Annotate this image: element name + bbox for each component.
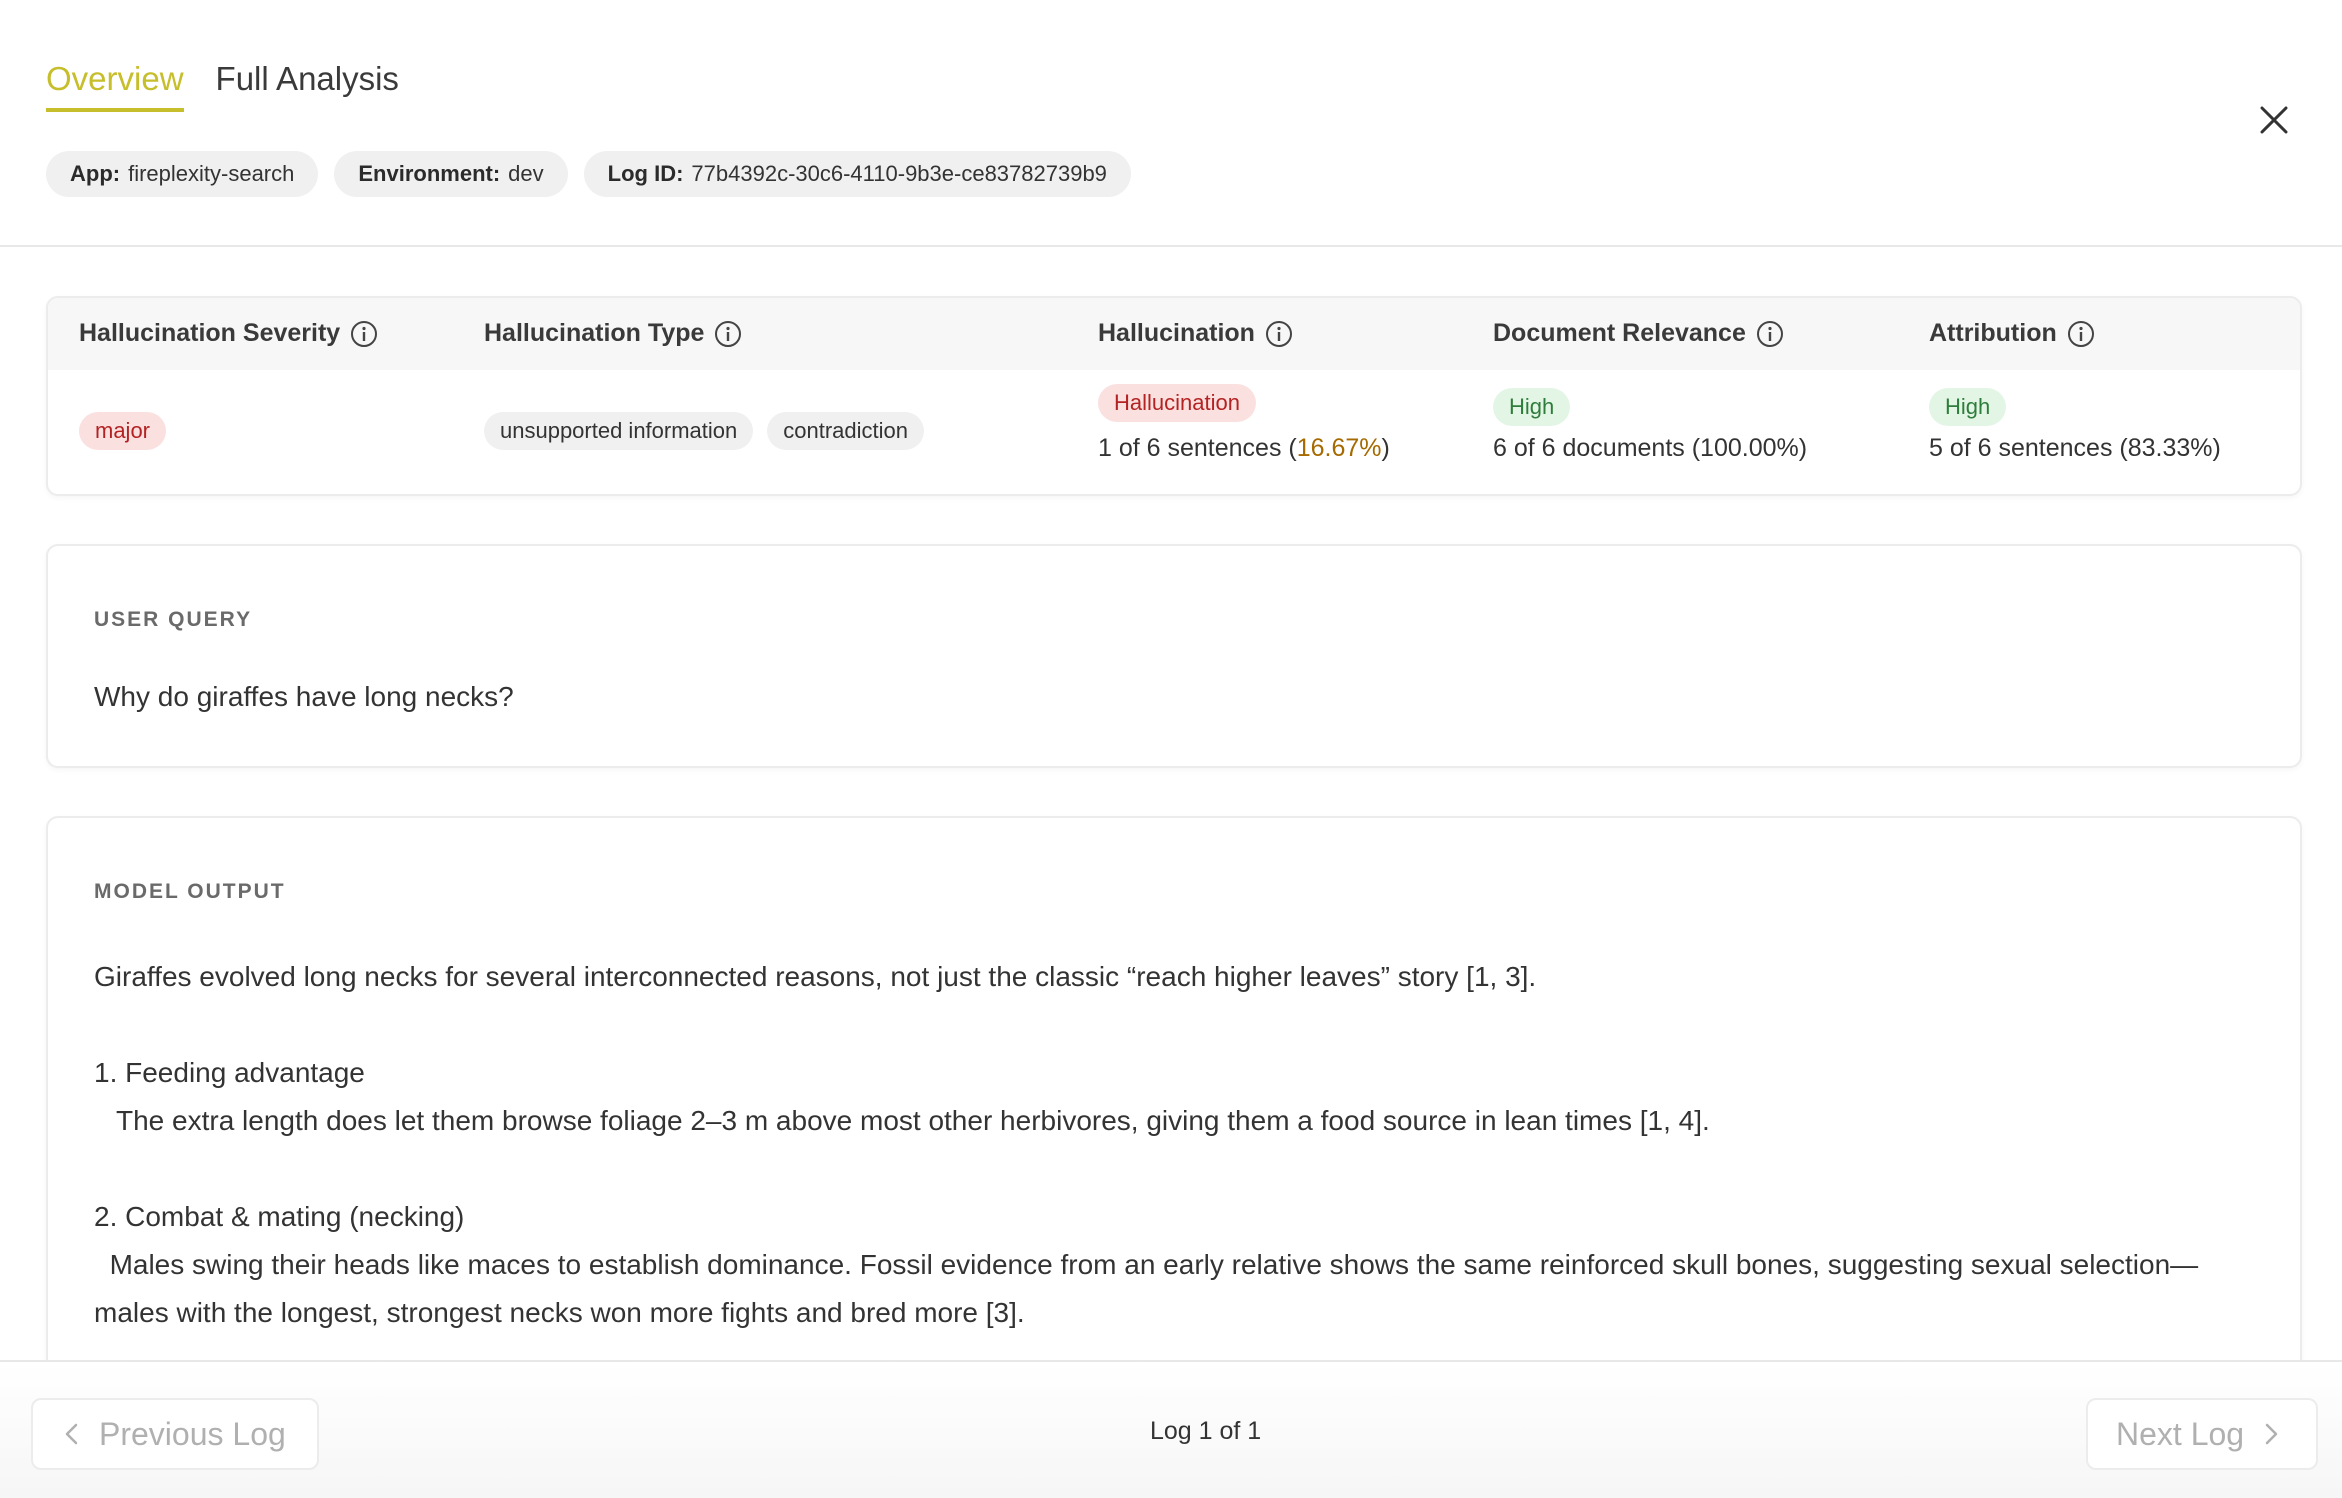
- log-meta-chips: App: fireplexity-search Environment: dev L…: [46, 151, 1131, 197]
- attribution-header-label: Attribution: [1929, 319, 2057, 347]
- type-header-label: Hallucination Type: [484, 319, 705, 347]
- hallucination-badge: Hallucination: [1098, 384, 1256, 422]
- user-query-card: USER QUERY Why do giraffes have long nec…: [46, 544, 2302, 768]
- info-icon[interactable]: [2067, 320, 2095, 348]
- relevance-stat: 6 of 6 documents (100.00%): [1493, 434, 1808, 462]
- type-badge: unsupported information: [484, 412, 754, 450]
- attribution-stat: 5 of 6 sentences (83.33%): [1929, 434, 2221, 462]
- metrics-header-row: Hallucination Severity Hallucination Typ…: [48, 298, 2300, 370]
- severity-cell: major: [79, 412, 167, 450]
- previous-log-label: Previous Log: [99, 1415, 286, 1452]
- attribution-header: Attribution: [1929, 319, 2095, 348]
- severity-header: Hallucination Severity: [79, 319, 378, 348]
- tab-bar: Overview Full Analysis: [46, 60, 399, 112]
- tab-overview[interactable]: Overview: [46, 60, 184, 112]
- app-chip-key: App:: [70, 161, 121, 186]
- environment-chip-value: dev: [508, 161, 544, 186]
- output-item-body: Males swing their heads like maces to es…: [94, 1241, 2254, 1337]
- hallucination-header-label: Hallucination: [1098, 319, 1255, 347]
- info-icon[interactable]: [1756, 320, 1784, 348]
- pagination-footer: Previous Log Log 1 of 1 Next Log: [0, 1360, 2342, 1498]
- user-query-label: USER QUERY: [94, 608, 253, 631]
- type-header: Hallucination Type: [484, 319, 742, 348]
- attribution-badge: High: [1929, 388, 2007, 426]
- hallucination-stat-percent: 16.67%: [1296, 434, 1382, 462]
- relevance-cell: High 6 of 6 documents (100.00%): [1493, 388, 1807, 463]
- hallucination-stat-prefix: 1 of 6 sentences (: [1098, 434, 1297, 462]
- app-chip: App: fireplexity-search: [46, 151, 319, 197]
- info-icon[interactable]: [714, 320, 742, 348]
- log-id-chip: Log ID: 77b4392c-30c6-4110-9b3e-ce8378273…: [583, 151, 1131, 197]
- chevron-left-icon: [65, 1423, 78, 1445]
- attribution-cell: High 5 of 6 sentences (83.33%): [1929, 388, 2221, 463]
- hallucination-stat-suffix: ): [1381, 434, 1390, 462]
- hallucination-cell: Hallucination 1 of 6 sentences (16.67%): [1098, 384, 1390, 463]
- log-page-count: Log 1 of 1: [1150, 1417, 1262, 1445]
- output-item-heading: 1. Feeding advantage: [94, 1057, 365, 1088]
- type-cell: unsupported information contradiction: [484, 412, 925, 450]
- tab-full-analysis[interactable]: Full Analysis: [216, 60, 399, 112]
- output-item-body: The extra length does let them browse fo…: [116, 1105, 1710, 1136]
- metrics-value-row: major unsupported information contradict…: [48, 370, 2300, 494]
- next-log-label: Next Log: [2116, 1415, 2245, 1452]
- relevance-header-label: Document Relevance: [1493, 319, 1746, 347]
- severity-badge: major: [79, 412, 167, 450]
- output-intro: Giraffes evolved long necks for several …: [94, 961, 1537, 992]
- environment-chip-key: Environment:: [358, 161, 501, 186]
- log-id-chip-key: Log ID:: [607, 161, 684, 186]
- log-detail-header: Overview Full Analysis App: fireplexity-s…: [0, 0, 2342, 247]
- close-icon[interactable]: [2254, 100, 2294, 140]
- model-output-label: MODEL OUTPUT: [94, 880, 286, 903]
- output-item-heading: 2. Combat & mating (necking): [94, 1201, 465, 1232]
- app-chip-value: fireplexity-search: [128, 161, 295, 186]
- info-icon[interactable]: [1265, 320, 1293, 348]
- relevance-badge: High: [1493, 388, 1571, 426]
- hallucination-stat: 1 of 6 sentences (16.67%): [1098, 434, 1390, 463]
- severity-header-label: Hallucination Severity: [79, 319, 341, 347]
- model-output-text: Giraffes evolved long necks for several …: [94, 953, 2254, 1337]
- hallucination-header: Hallucination: [1098, 319, 1293, 348]
- output-item-body-text: Males swing their heads like maces to es…: [94, 1249, 2199, 1328]
- user-query-text: Why do giraffes have long necks?: [94, 681, 514, 712]
- relevance-header: Document Relevance: [1493, 319, 1784, 348]
- type-badge: contradiction: [767, 412, 925, 450]
- log-id-chip-value: 77b4392c-30c6-4110-9b3e-ce83782739b9: [691, 161, 1107, 186]
- metrics-card: Hallucination Severity Hallucination Typ…: [46, 296, 2302, 496]
- previous-log-button[interactable]: Previous Log: [31, 1398, 319, 1470]
- info-icon[interactable]: [350, 320, 378, 348]
- environment-chip: Environment: dev: [334, 151, 568, 197]
- chevron-right-icon: [2265, 1423, 2278, 1445]
- model-output-card: MODEL OUTPUT Giraffes evolved long necks…: [46, 816, 2302, 1416]
- next-log-button[interactable]: Next Log: [2086, 1398, 2318, 1470]
